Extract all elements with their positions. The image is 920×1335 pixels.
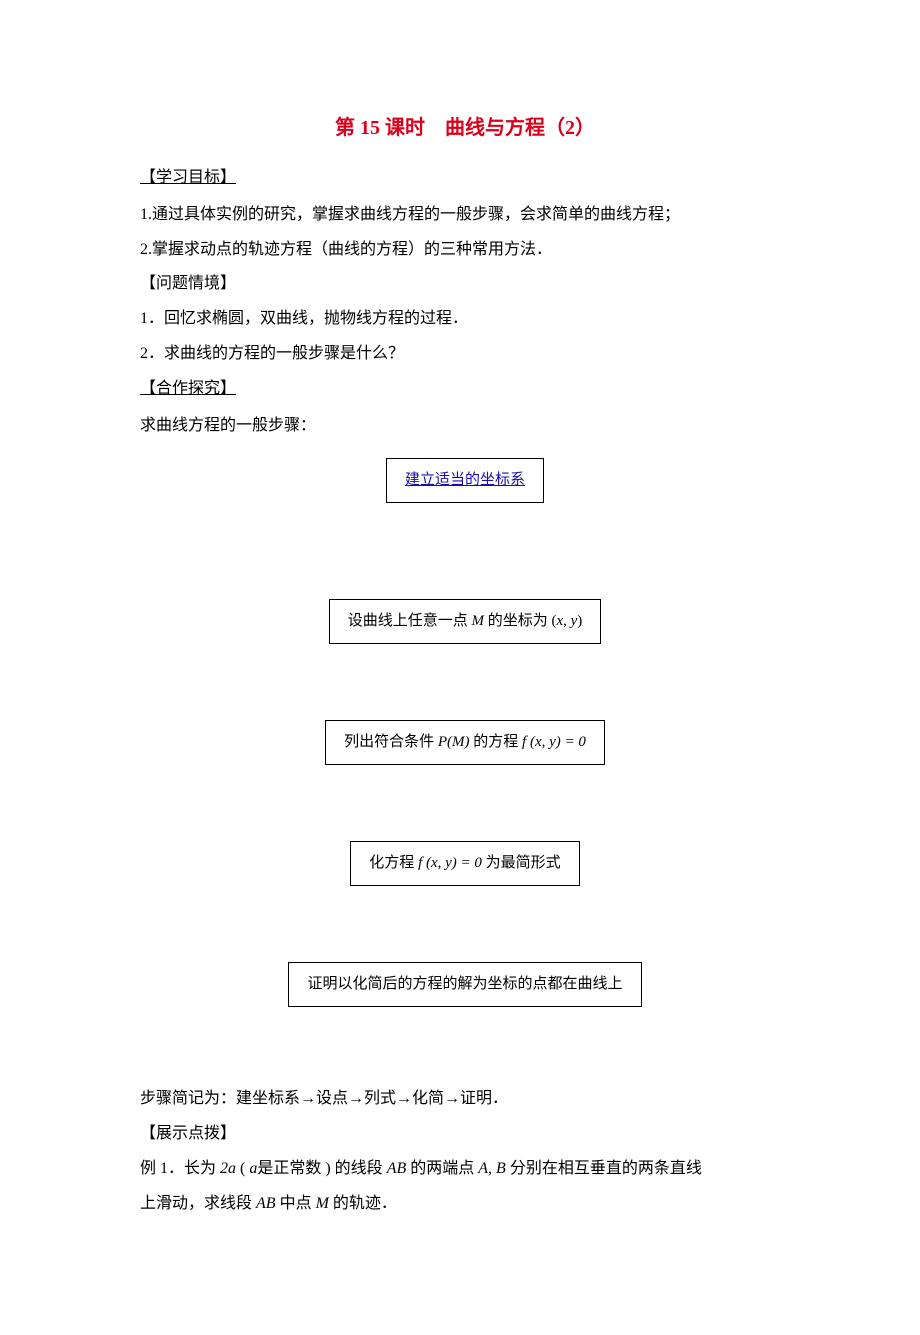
- learning-goals-heading: 【学习目标】: [140, 164, 790, 193]
- ex1-m: M: [316, 1195, 329, 1212]
- flow-step-4-post: 为最简形式: [482, 855, 561, 871]
- ex1-mid4: 分别在相互垂直的两条直线: [506, 1160, 702, 1177]
- cooperation-heading: 【合作探究】: [140, 375, 790, 404]
- cooperation-lead: 求曲线方程的一般步骤：: [140, 412, 790, 441]
- flow-step-2-pre: 设曲线上任意一点: [348, 613, 468, 629]
- context-item-1: 1．回忆求椭圆，双曲线，抛物线方程的过程．: [140, 305, 790, 334]
- flow-step-3-mid: 的方程: [470, 734, 523, 750]
- goal-item-2: 2.掌握求动点的轨迹方程（曲线的方程）的三种常用方法．: [140, 236, 790, 265]
- flow-step-1: 建立适当的坐标系: [386, 458, 544, 503]
- goal-item-1: 1.通过具体实例的研究，掌握求曲线方程的一般步骤，会求简单的曲线方程；: [140, 201, 790, 230]
- ex1-2a: 2a: [220, 1160, 236, 1177]
- ex1-b: B: [496, 1160, 506, 1177]
- flow-step-2: 设曲线上任意一点 M 的坐标为 (x, y): [329, 599, 602, 644]
- example-1-line-1: 例 1．长为 2a ( a是正常数 ) 的线段 AB 的两端点 A, B 分别在…: [140, 1155, 790, 1184]
- step-summary: 步骤简记为：建坐标系→设点→列式→化简→证明．: [140, 1085, 790, 1114]
- flow-step-4: 化方程 f (x, y) = 0 为最简形式: [350, 841, 579, 886]
- flow-step-3: 列出符合条件 P(M) 的方程 f (x, y) = 0: [325, 720, 605, 765]
- flow-step-2-post2: ): [577, 613, 582, 629]
- flow-step-2-post1: 的坐标为 (: [488, 613, 557, 629]
- show-heading: 【展示点拨】: [140, 1120, 790, 1149]
- ex1-ab: AB: [387, 1160, 407, 1177]
- flow-step-4-pre: 化方程: [369, 855, 418, 871]
- flow-step-5: 证明以化简后的方程的解为坐标的点都在曲线上: [288, 962, 641, 1007]
- example-1-line-2: 上滑动，求线段 AB 中点 M 的轨迹．: [140, 1190, 790, 1219]
- ex1-mid1: (: [236, 1160, 249, 1177]
- ex1-a2: A: [478, 1160, 488, 1177]
- flow-step-4-fxy: f (x, y) = 0: [418, 855, 482, 871]
- flow-step-1-link[interactable]: 建立适当的坐标系: [405, 472, 525, 488]
- ex1-mid3: 的两端点: [406, 1160, 478, 1177]
- page: 第 15 课时 曲线与方程（2） 【学习目标】 1.通过具体实例的研究，掌握求曲…: [0, 0, 920, 1335]
- context-item-2: 2．求曲线的方程的一般步骤是什么？: [140, 340, 790, 369]
- flow-step-2-xy: x, y: [556, 613, 577, 629]
- ex1-l2b: 中点: [276, 1195, 316, 1212]
- ex1-mid2: 是正常数 ) 的线段: [257, 1160, 386, 1177]
- flowchart: 建立适当的坐标系 设曲线上任意一点 M 的坐标为 (x, y) 列出符合条件 P…: [140, 450, 790, 1045]
- problem-context-heading: 【问题情境】: [140, 270, 790, 299]
- ex1-ab2: AB: [256, 1195, 276, 1212]
- ex1-l2c: 的轨迹．: [329, 1195, 397, 1212]
- flow-step-3-pre: 列出符合条件: [344, 734, 438, 750]
- ex1-l2a: 上滑动，求线段: [140, 1195, 256, 1212]
- ex1-comma: ,: [488, 1160, 496, 1177]
- flow-step-3-fxy: f (x, y) = 0: [522, 734, 586, 750]
- page-title: 第 15 课时 曲线与方程（2）: [140, 110, 790, 146]
- flow-step-2-m: M: [471, 613, 484, 629]
- flow-step-3-pm: P(M): [438, 734, 470, 750]
- ex1-pre: 例 1．长为: [140, 1160, 220, 1177]
